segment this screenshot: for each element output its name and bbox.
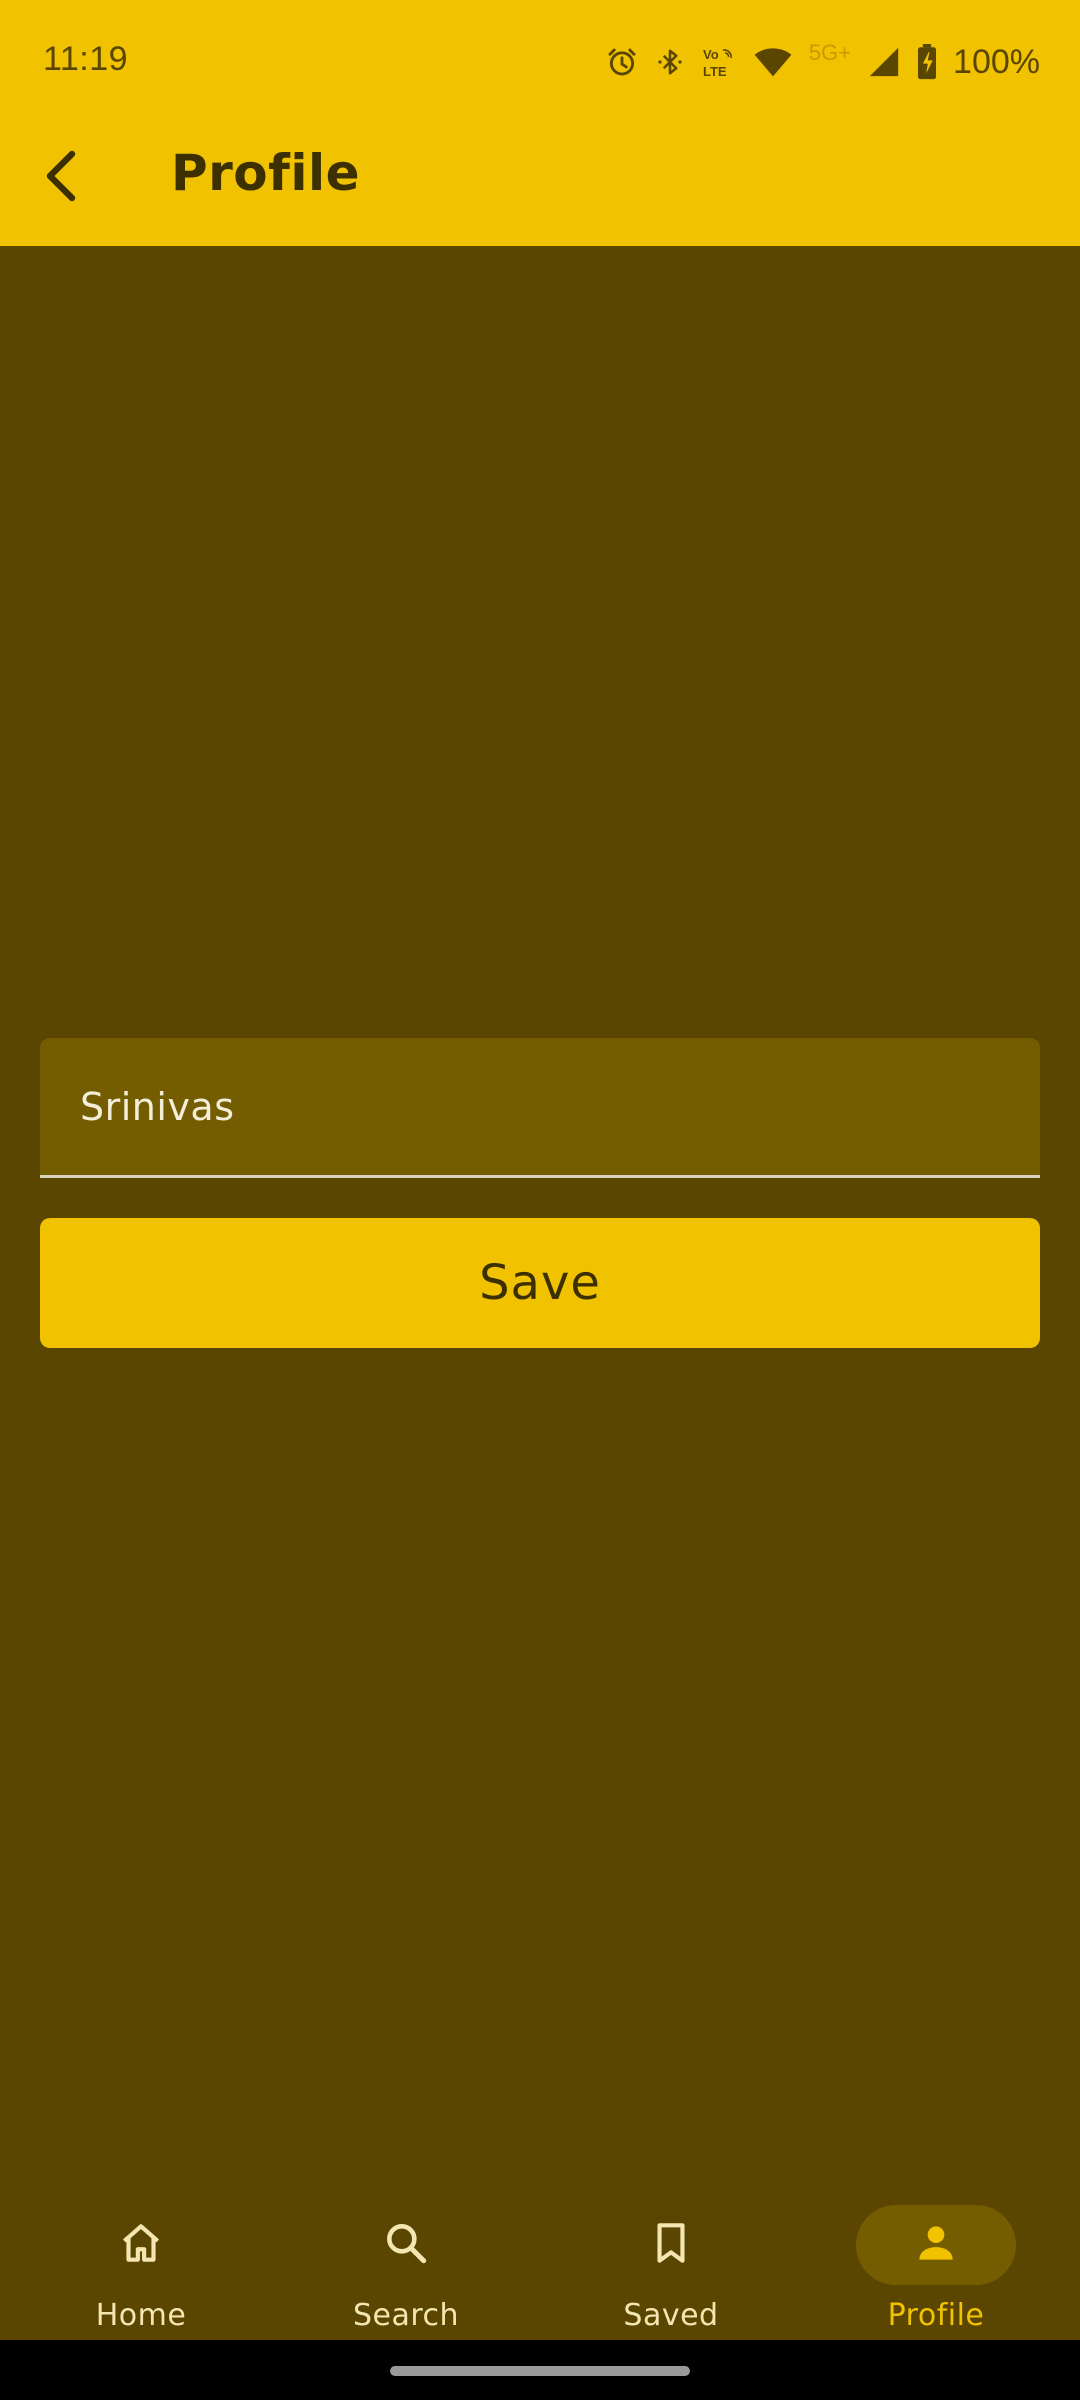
bottom-navigation: Home Search Saved Profile bbox=[0, 2140, 1080, 2340]
system-navigation-bar bbox=[0, 2340, 1080, 2400]
battery-percent: 100% bbox=[953, 42, 1040, 81]
app-bar: Profile bbox=[0, 126, 1080, 246]
back-button[interactable] bbox=[30, 146, 94, 210]
nav-item-profile[interactable]: Profile bbox=[836, 2170, 1036, 2333]
home-icon bbox=[116, 2218, 166, 2272]
status-bar: 11:19 Vo LTE 5G+ 100% bbox=[0, 0, 1080, 126]
nav-item-home[interactable]: Home bbox=[41, 2170, 241, 2333]
person-icon bbox=[911, 2218, 961, 2272]
search-icon bbox=[381, 2218, 431, 2272]
status-icons: Vo LTE 5G+ 100% bbox=[605, 38, 1040, 86]
nav-label-profile: Profile bbox=[887, 2298, 985, 2333]
nav-label-home: Home bbox=[95, 2298, 187, 2333]
status-time: 11:19 bbox=[43, 40, 129, 78]
chevron-left-icon bbox=[42, 148, 82, 208]
wifi-icon bbox=[753, 46, 793, 78]
profile-screen: 11:19 Vo LTE 5G+ 100% Profile Srinivas S… bbox=[0, 0, 1080, 2400]
alarm-icon bbox=[605, 45, 639, 79]
nav-item-saved-indicator bbox=[591, 2205, 751, 2285]
signal-icon bbox=[867, 45, 901, 79]
nav-item-profile-indicator bbox=[856, 2205, 1016, 2285]
svg-text:LTE: LTE bbox=[703, 64, 727, 79]
bluetooth-icon bbox=[655, 45, 685, 79]
save-button[interactable]: Save bbox=[40, 1218, 1040, 1348]
name-input[interactable] bbox=[80, 1084, 1040, 1129]
gesture-home-indicator[interactable] bbox=[390, 2366, 690, 2376]
battery-charging-icon bbox=[917, 44, 937, 80]
svg-text:Vo: Vo bbox=[703, 47, 719, 62]
nav-item-search[interactable]: Search bbox=[306, 2170, 506, 2333]
nav-item-search-indicator bbox=[326, 2205, 486, 2285]
nav-item-home-indicator bbox=[61, 2205, 221, 2285]
nav-label-search: Search bbox=[352, 2298, 460, 2333]
header: 11:19 Vo LTE 5G+ 100% Profile bbox=[0, 0, 1080, 246]
nav-item-saved[interactable]: Saved bbox=[571, 2170, 771, 2333]
name-field[interactable] bbox=[40, 1038, 1040, 1178]
nav-label-saved: Saved bbox=[623, 2298, 719, 2333]
volte-icon: Vo LTE bbox=[701, 44, 737, 80]
network-type-label: 5G+ bbox=[808, 40, 852, 65]
bookmark-icon bbox=[646, 2218, 696, 2272]
page-title: Profile bbox=[171, 144, 361, 202]
